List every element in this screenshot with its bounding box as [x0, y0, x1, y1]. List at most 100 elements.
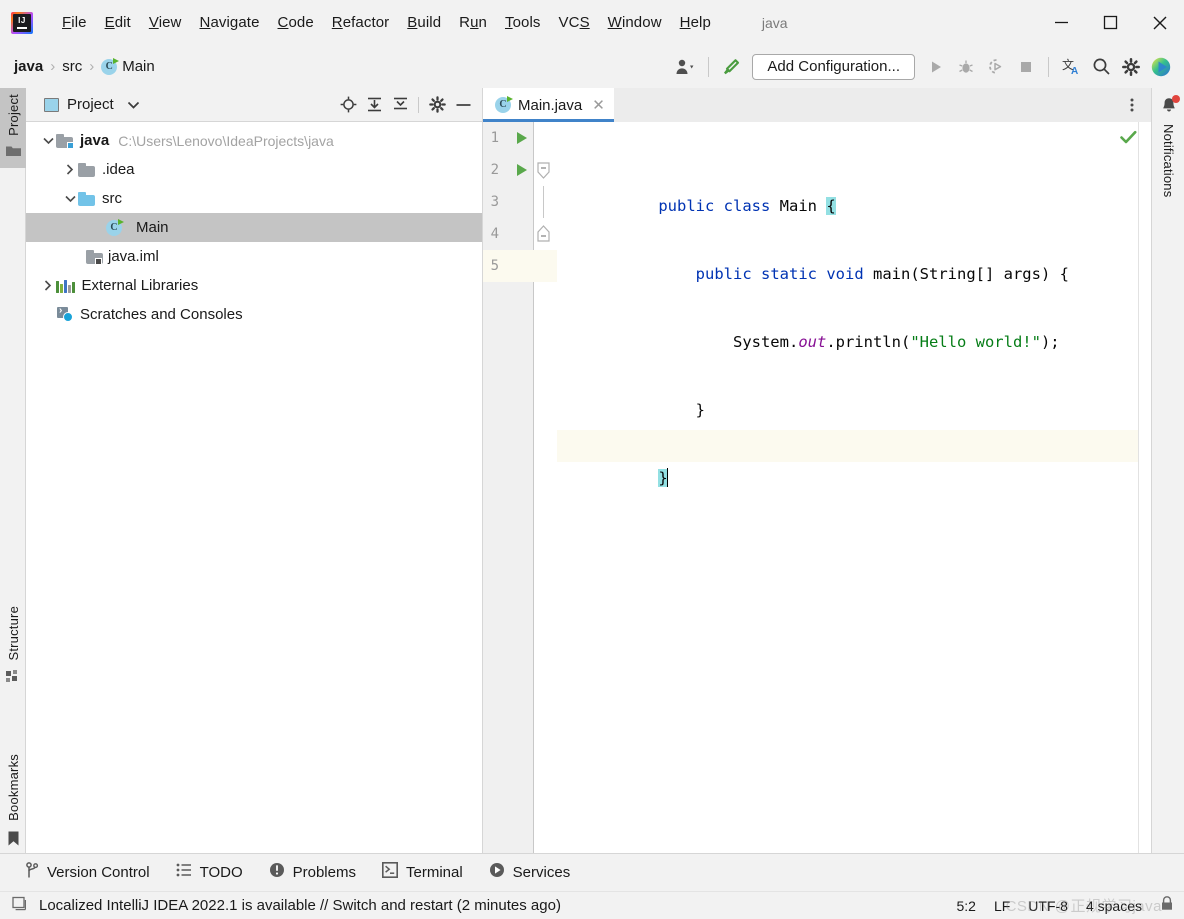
search-icon[interactable] — [1086, 51, 1116, 83]
build-hammer-icon[interactable] — [716, 51, 746, 83]
notifications-bell-icon — [1159, 96, 1179, 116]
inspection-ok-checkmark-icon[interactable] — [1120, 130, 1137, 150]
status-message[interactable]: Localized IntelliJ IDEA 2022.1 is availa… — [39, 897, 561, 914]
tree-label: src — [102, 190, 122, 207]
tool-button-problems[interactable]: Problems — [269, 862, 356, 883]
menu-refactor[interactable]: Refactor — [323, 11, 399, 34]
close-icon[interactable]: ✕ — [592, 98, 605, 113]
menu-view[interactable]: View — [140, 11, 191, 34]
chevron-right-icon[interactable] — [62, 164, 78, 175]
breadcrumb-item-project[interactable]: java — [14, 58, 43, 75]
menu-run[interactable]: Run — [450, 11, 496, 34]
tool-button-todo[interactable]: TODO — [176, 863, 243, 882]
tab-label: Main.java — [518, 97, 582, 114]
debug-icon[interactable] — [951, 51, 981, 83]
gutter-line: 2 — [483, 154, 533, 186]
settings-gear-icon[interactable] — [1116, 51, 1146, 83]
run-icon[interactable] — [921, 51, 951, 83]
run-icon[interactable] — [517, 164, 527, 176]
tree-label: External Libraries — [82, 277, 199, 294]
code-keyword: void — [826, 265, 863, 283]
code-text[interactable]: public class Main { public static void m… — [557, 122, 1151, 853]
tab-main-java[interactable]: Main.java ✕ — [483, 88, 614, 122]
tree-label: Main — [136, 219, 169, 236]
fold-line — [533, 122, 557, 154]
code-line-4: } — [557, 362, 1151, 394]
tree-row-scratches[interactable]: Scratches and Consoles — [26, 300, 482, 329]
window-project-title: java — [762, 15, 788, 31]
updater-circle-icon[interactable] — [1146, 51, 1176, 83]
tree-row-java-iml[interactable]: java.iml — [26, 242, 482, 271]
sidebar-item-bookmarks[interactable]: Bookmarks — [0, 748, 26, 858]
tree-label: java — [80, 132, 109, 149]
hide-minimize-icon[interactable] — [450, 92, 476, 118]
run-with-coverage-icon[interactable] — [981, 51, 1011, 83]
menu-help[interactable]: Help — [671, 11, 720, 34]
chevron-down-icon[interactable] — [128, 96, 139, 114]
read-write-lock-icon[interactable] — [1160, 896, 1174, 916]
settings-gear-icon[interactable] — [424, 92, 450, 118]
maximize-button[interactable] — [1086, 0, 1135, 45]
run-icon[interactable] — [517, 132, 527, 144]
menu-window[interactable]: Window — [599, 11, 671, 34]
breadcrumb-separator: › — [50, 58, 55, 75]
iml-file-icon — [86, 250, 101, 264]
code-editor[interactable]: 1 2 3 4 5 — [483, 122, 1151, 853]
sidebar-item-structure[interactable]: Structure — [0, 600, 26, 693]
tree-row-java[interactable]: java C:\Users\Lenovo\IdeaProjects\java — [26, 126, 482, 155]
file-encoding[interactable]: UTF-8 — [1028, 898, 1068, 914]
code-signature: main(String[] args) { — [864, 265, 1069, 283]
line-separator[interactable]: LF — [994, 898, 1010, 914]
tree-row-src[interactable]: src — [26, 184, 482, 213]
user-account-icon[interactable] — [671, 51, 701, 83]
chevron-right-icon[interactable] — [40, 280, 56, 291]
message-icon[interactable] — [12, 896, 27, 916]
fold-collapse-icon[interactable] — [536, 162, 551, 184]
gutter-line: 1 — [483, 122, 533, 154]
chevron-down-icon[interactable] — [62, 195, 78, 203]
sidebar-item-label: Structure — [6, 606, 21, 661]
breadcrumb-item-main[interactable]: Main — [122, 58, 155, 75]
menu-build[interactable]: Build — [398, 11, 450, 34]
breadcrumb-item-src[interactable]: src — [62, 58, 82, 75]
tool-button-version-control[interactable]: Version Control — [26, 862, 150, 884]
tree-row-external-libraries[interactable]: External Libraries — [26, 271, 482, 300]
tree-row-main[interactable]: Main — [26, 213, 482, 242]
menu-code[interactable]: Code — [269, 11, 323, 34]
sidebar-item-project[interactable]: Project — [0, 88, 26, 168]
menu-navigate[interactable]: Navigate — [191, 11, 269, 34]
project-panel-header: Project — [26, 88, 482, 122]
tree-row-idea[interactable]: .idea — [26, 155, 482, 184]
status-bar-right: 5:2 LF UTF-8 4 spaces — [956, 896, 1174, 916]
indent-setting[interactable]: 4 spaces — [1086, 898, 1142, 914]
add-configuration-button[interactable]: Add Configuration... — [752, 54, 915, 80]
code-keyword: class — [724, 197, 771, 215]
fold-end-icon[interactable] — [536, 225, 551, 247]
locate-target-icon[interactable] — [335, 92, 361, 118]
line-number: 4 — [491, 218, 499, 250]
sidebar-item-notifications[interactable]: Notifications — [1152, 88, 1184, 197]
stop-icon[interactable] — [1011, 51, 1041, 83]
collapse-all-icon[interactable] — [387, 92, 413, 118]
menu-tools[interactable]: Tools — [496, 11, 550, 34]
editor-marker-bar[interactable] — [1138, 122, 1151, 853]
problems-icon — [269, 862, 285, 883]
close-button[interactable] — [1135, 0, 1184, 45]
translate-icon[interactable]: 文 A — [1056, 51, 1086, 83]
expand-all-icon[interactable] — [361, 92, 387, 118]
gutter-line: 5 — [483, 250, 533, 282]
tool-button-services[interactable]: Services — [489, 862, 571, 883]
line-number: 5 — [491, 250, 499, 282]
tool-button-terminal[interactable]: Terminal — [382, 862, 463, 883]
menu-edit[interactable]: Edit — [96, 11, 140, 34]
menu-file[interactable]: File — [53, 11, 96, 34]
caret-position[interactable]: 5:2 — [956, 898, 975, 914]
tool-button-label: Problems — [293, 864, 356, 881]
more-options-icon[interactable] — [1121, 94, 1143, 116]
chevron-down-icon[interactable] — [40, 137, 56, 145]
menu-vcs[interactable]: VCS — [550, 11, 599, 34]
tree-label: Scratches and Consoles — [80, 306, 243, 323]
minimize-button[interactable] — [1037, 0, 1086, 45]
sidebar-item-label: Bookmarks — [6, 754, 21, 821]
code-line-1: public class Main { — [557, 158, 1151, 190]
